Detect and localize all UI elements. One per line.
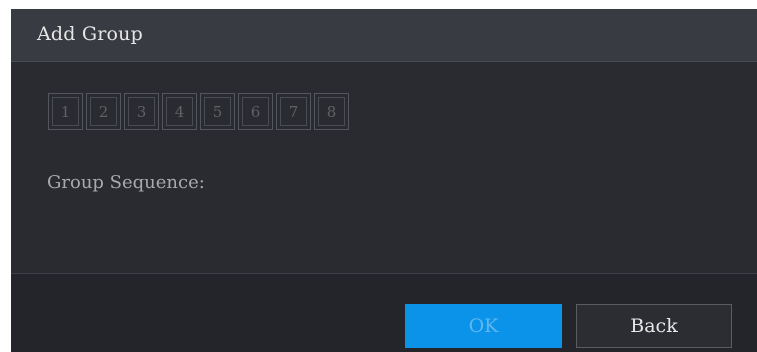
channel-selector: 1 2 3 4 5 6 7 8: [48, 93, 349, 130]
channel-label: 7: [288, 102, 299, 121]
channel-button-8[interactable]: 8: [314, 93, 349, 130]
channel-label: 8: [326, 102, 337, 121]
channel-button-1[interactable]: 1: [48, 93, 83, 130]
channel-label: 3: [136, 102, 147, 121]
channel-button-5[interactable]: 5: [200, 93, 235, 130]
channel-button-4[interactable]: 4: [162, 93, 197, 130]
add-group-dialog: Add Group 1 2 3 4 5 6 7 8 Group Sequence…: [11, 9, 757, 352]
channel-label: 2: [98, 102, 109, 121]
dialog-title: Add Group: [37, 23, 143, 45]
channel-label: 1: [60, 102, 71, 121]
ok-button[interactable]: OK: [405, 304, 562, 348]
channel-button-6[interactable]: 6: [238, 93, 273, 130]
channel-label: 4: [174, 102, 185, 121]
back-button[interactable]: Back: [576, 304, 732, 348]
channel-button-2[interactable]: 2: [86, 93, 121, 130]
group-sequence-label: Group Sequence:: [47, 172, 205, 193]
channel-label: 5: [212, 102, 223, 121]
dialog-title-bar: Add Group: [11, 9, 757, 62]
dialog-footer: OK Back: [11, 273, 757, 352]
channel-label: 6: [250, 102, 261, 121]
channel-button-7[interactable]: 7: [276, 93, 311, 130]
channel-button-3[interactable]: 3: [124, 93, 159, 130]
